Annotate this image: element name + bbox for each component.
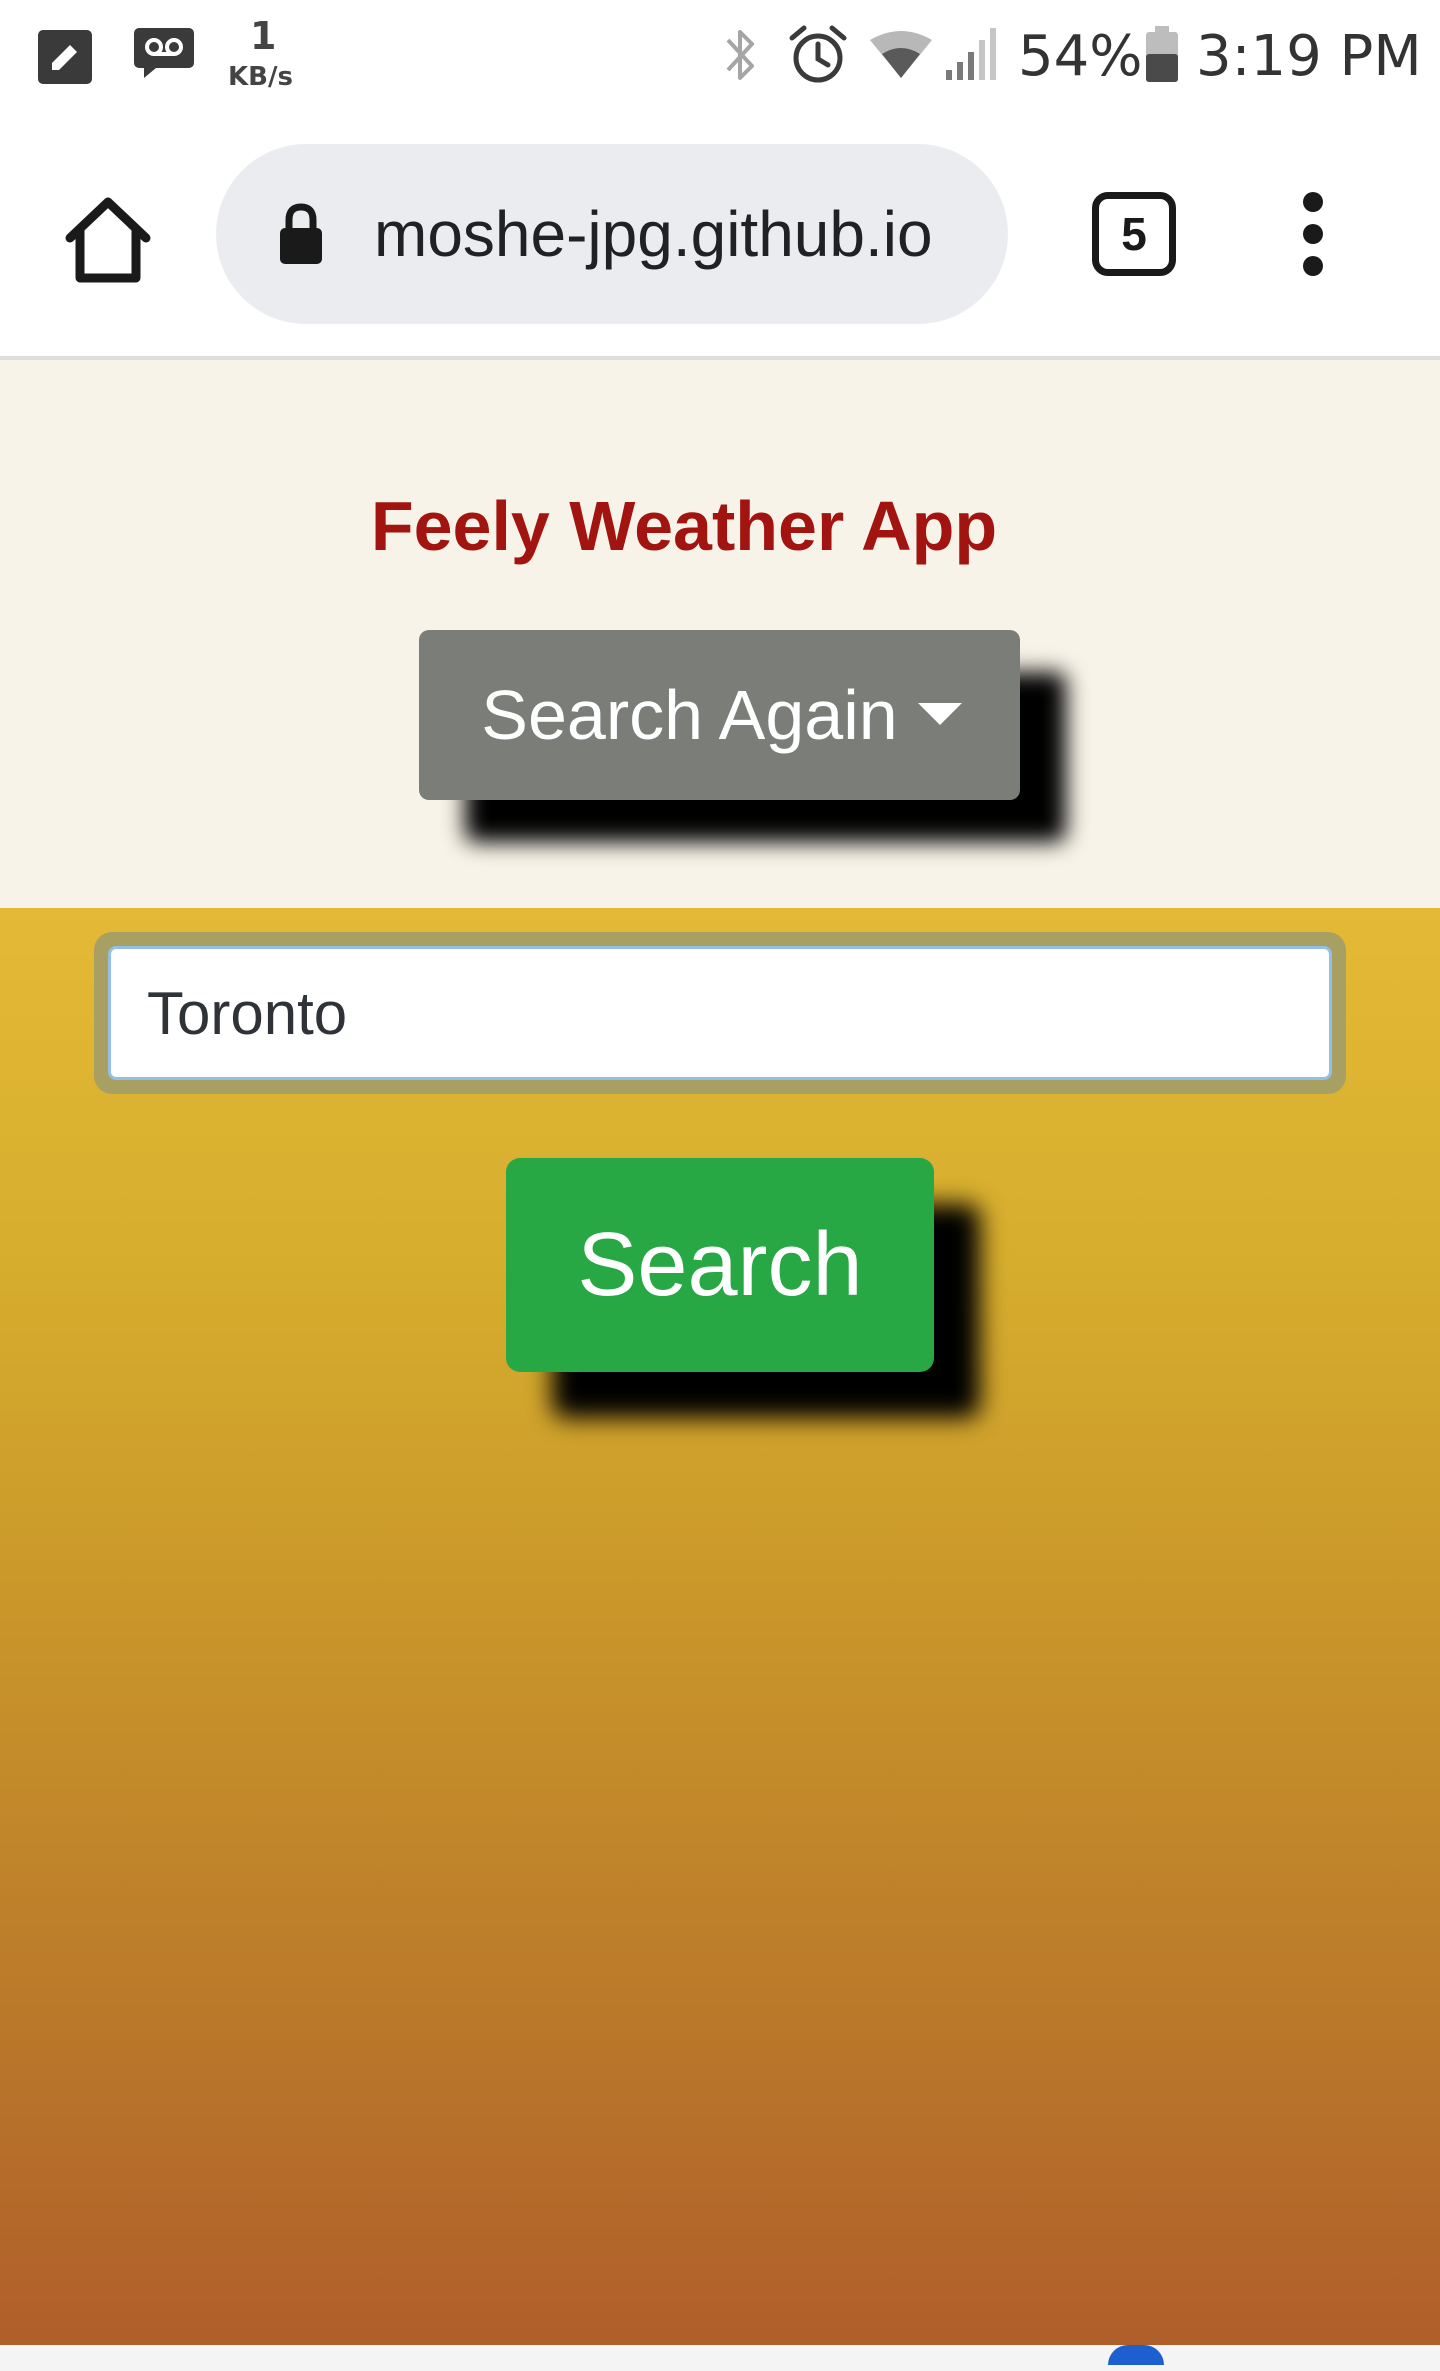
signal-icon xyxy=(946,28,996,80)
floating-button-edge[interactable] xyxy=(1108,2345,1164,2365)
city-input-focus-ring xyxy=(94,932,1346,1094)
status-bar: 1 KB/s 54% 3:19 PM xyxy=(0,0,1440,112)
city-search-input[interactable] xyxy=(108,946,1332,1080)
main-content: Search xyxy=(0,908,1440,2345)
voicemail-icon xyxy=(134,28,194,78)
tabs-icon[interactable]: 5 xyxy=(1092,192,1176,276)
battery-icon xyxy=(1146,26,1178,82)
network-speed-unit: KB/s xyxy=(228,62,293,92)
alarm-icon xyxy=(789,25,847,83)
browser-toolbar: moshe-jpg.github.io 5 xyxy=(0,112,1440,360)
edit-icon xyxy=(38,30,92,84)
caret-down-icon xyxy=(918,703,962,725)
tab-count: 5 xyxy=(1121,208,1147,260)
battery-percent: 54% xyxy=(1018,24,1143,89)
app-title: Feely Weather App xyxy=(370,487,998,565)
search-button[interactable]: Search xyxy=(506,1158,934,1372)
bottom-nav-strip xyxy=(0,2345,1440,2371)
url-value: moshe-jpg.github.io xyxy=(374,198,933,270)
bluetooth-icon xyxy=(726,30,754,80)
home-icon[interactable] xyxy=(58,190,158,290)
app-header: Feely Weather App Search Again xyxy=(0,360,1440,908)
address-bar[interactable]: moshe-jpg.github.io xyxy=(216,144,1008,324)
clock-time: 3:19 PM xyxy=(1196,24,1422,89)
search-again-dropdown-button[interactable]: Search Again xyxy=(419,630,1020,800)
wifi-icon xyxy=(870,31,932,78)
more-vert-icon[interactable] xyxy=(1286,192,1340,276)
menu-dot xyxy=(1303,192,1323,212)
search-again-label: Search Again xyxy=(481,676,898,754)
search-button-label: Search xyxy=(577,1215,863,1315)
menu-dot xyxy=(1303,256,1323,276)
lock-icon xyxy=(280,203,322,264)
network-speed-value: 1 xyxy=(250,14,277,58)
url-text[interactable]: moshe-jpg.github.io xyxy=(374,144,976,324)
menu-dot xyxy=(1303,224,1323,244)
